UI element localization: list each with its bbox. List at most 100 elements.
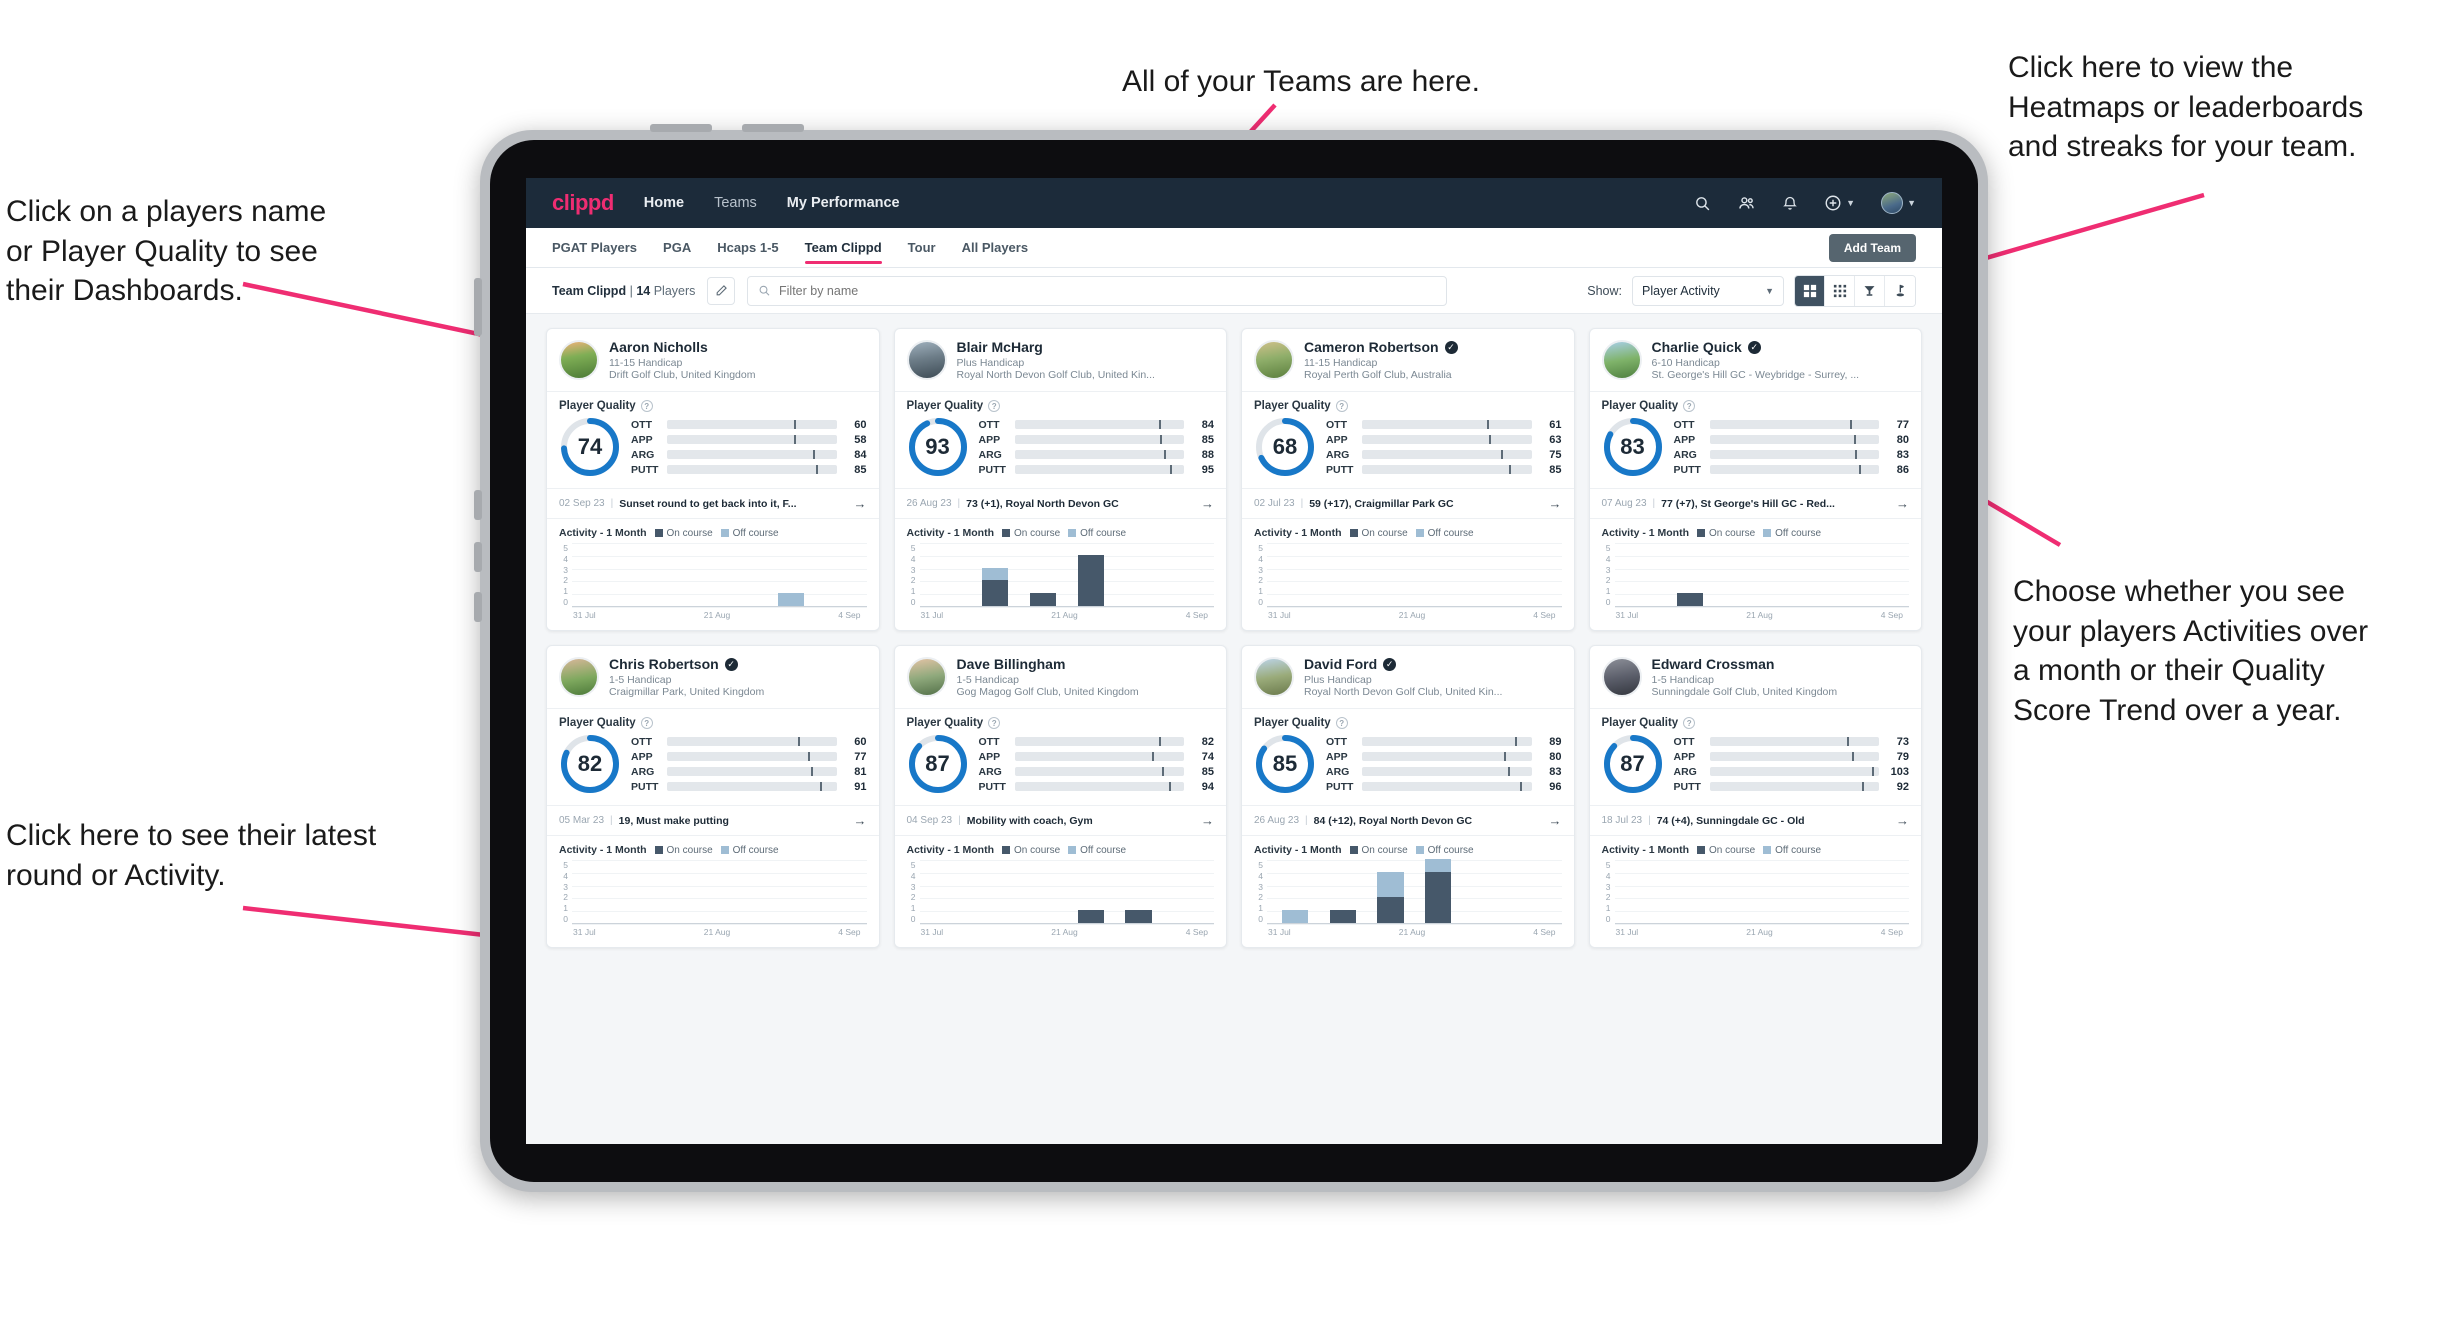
player-name-row[interactable]: Chris Robertson ✓: [609, 656, 764, 672]
bar-slot: [1367, 543, 1415, 606]
trophy-icon[interactable]: [1855, 275, 1885, 306]
volume-up-button[interactable]: [650, 124, 712, 132]
avatar[interactable]: ▼: [1881, 192, 1916, 214]
bell-icon[interactable]: [1782, 195, 1798, 212]
nav-link-my-performance[interactable]: My Performance: [787, 195, 900, 211]
activity-bar: [1677, 593, 1704, 606]
latest-round-row[interactable]: 26 Aug 23 | 84 (+12), Royal North Devon GC…: [1242, 805, 1574, 835]
arrow-right-icon[interactable]: →: [1549, 813, 1562, 828]
volume-down-button[interactable]: [742, 124, 804, 132]
player-quality-section[interactable]: Player Quality? 74 OTT 60 APP 58 ARG 84 PUTT 85: [547, 391, 879, 488]
player-name[interactable]: David Ford: [1304, 656, 1377, 672]
player-quality-section[interactable]: Player Quality? 83 OTT 77 APP 80 ARG 83 PUTT 86: [1589, 391, 1921, 488]
help-icon[interactable]: ?: [640, 400, 653, 412]
player-name-row[interactable]: David Ford ✓: [1304, 656, 1502, 672]
arrow-right-icon[interactable]: →: [1549, 496, 1562, 511]
plus-circle-icon[interactable]: ▼: [1824, 194, 1855, 212]
player-card[interactable]: Chris Robertson ✓ 1-5 Handicap Craigmillar …: [546, 645, 880, 948]
bar-slot: [1019, 543, 1067, 606]
player-name[interactable]: Aaron Nicholls: [609, 339, 708, 355]
help-icon[interactable]: ?: [1335, 717, 1348, 729]
help-icon[interactable]: ?: [640, 717, 653, 729]
player-name-row[interactable]: Edward Crossman: [1652, 656, 1838, 672]
player-card-header[interactable]: David Ford ✓ Plus Handicap Royal North Devo…: [1242, 646, 1574, 708]
tab-all-players[interactable]: All Players: [962, 228, 1029, 267]
help-icon[interactable]: ?: [1683, 717, 1696, 729]
player-name-row[interactable]: Blair McHarg: [957, 339, 1155, 355]
player-card-header[interactable]: Aaron Nicholls 11-15 Handicap Drift Golf C…: [547, 329, 879, 391]
tab-tour[interactable]: Tour: [908, 228, 936, 267]
power-button[interactable]: [474, 278, 482, 336]
latest-round-row[interactable]: 02 Sep 23 | Sunset round to get back into …: [547, 488, 879, 518]
player-name[interactable]: Edward Crossman: [1652, 656, 1775, 672]
dense-grid-icon[interactable]: [1825, 275, 1855, 306]
heatmap-pin-icon[interactable]: [1885, 275, 1915, 306]
metric-label: APP: [1326, 433, 1348, 446]
side-button-4[interactable]: [474, 592, 482, 622]
grid-view-icon[interactable]: [1795, 275, 1825, 306]
arrow-right-icon[interactable]: →: [854, 496, 867, 511]
player-quality-section[interactable]: Player Quality? 87 OTT 82 APP 74 ARG 85 PUTT 94: [894, 708, 1226, 805]
latest-round-row[interactable]: 04 Sep 23 | Mobility with coach, Gym →: [894, 805, 1226, 835]
tab-pga[interactable]: PGA: [663, 228, 691, 267]
player-card-header[interactable]: Cameron Robertson ✓ 11-15 Handicap Royal Pe…: [1242, 329, 1574, 391]
add-team-button[interactable]: Add Team: [1828, 233, 1916, 262]
people-icon[interactable]: [1737, 195, 1756, 212]
player-quality-section[interactable]: Player Quality? 82 OTT 60 APP 77 ARG 81 PUTT 91: [547, 708, 879, 805]
arrow-right-icon[interactable]: →: [1201, 813, 1214, 828]
tab-team-clippd[interactable]: Team Clippd: [804, 228, 882, 267]
arrow-right-icon[interactable]: →: [1896, 813, 1909, 828]
side-button-3[interactable]: [474, 542, 482, 572]
player-card[interactable]: Edward Crossman 1-5 Handicap Sunningdale G…: [1588, 645, 1922, 948]
search-icon[interactable]: [1694, 195, 1711, 212]
clippd-logo[interactable]: clippd: [552, 190, 614, 216]
player-name[interactable]: Dave Billingham: [957, 656, 1066, 672]
player-card[interactable]: Cameron Robertson ✓ 11-15 Handicap Royal Pe…: [1241, 328, 1575, 631]
activity-header: Activity - 1 Month On course Off course: [559, 527, 867, 539]
player-card-header[interactable]: Edward Crossman 1-5 Handicap Sunningdale G…: [1590, 646, 1922, 708]
player-quality-section[interactable]: Player Quality? 87 OTT 73 APP 79 ARG 103 PUTT 92: [1589, 708, 1921, 805]
player-name[interactable]: Charlie Quick: [1652, 339, 1742, 355]
latest-round-row[interactable]: 02 Jul 23 | 59 (+17), Craigmillar Park GC →: [1242, 488, 1574, 518]
arrow-right-icon[interactable]: →: [1896, 496, 1909, 511]
player-name-row[interactable]: Dave Billingham: [957, 656, 1139, 672]
tab-hcaps-1-5[interactable]: Hcaps 1-5: [717, 228, 778, 267]
help-icon[interactable]: ?: [1335, 400, 1348, 412]
latest-round-row[interactable]: 05 Mar 23 | 19, Must make putting →: [547, 805, 879, 835]
tab-pgat-players[interactable]: PGAT Players: [552, 228, 637, 267]
search-field[interactable]: [747, 275, 1448, 306]
player-name[interactable]: Cameron Robertson: [1304, 339, 1439, 355]
player-card-header[interactable]: Charlie Quick ✓ 6-10 Handicap St. George's …: [1590, 329, 1922, 391]
player-card-header[interactable]: Chris Robertson ✓ 1-5 Handicap Craigmillar …: [547, 646, 879, 708]
arrow-right-icon[interactable]: →: [854, 813, 867, 828]
player-quality-section[interactable]: Player Quality? 68 OTT 61 APP 63 ARG 75 PUTT 85: [1242, 391, 1574, 488]
side-button-2[interactable]: [474, 490, 482, 520]
show-select[interactable]: Player Activity ▼: [1632, 275, 1784, 306]
player-name-row[interactable]: Aaron Nicholls: [609, 339, 755, 355]
player-card[interactable]: David Ford ✓ Plus Handicap Royal North Devo…: [1241, 645, 1575, 948]
player-card[interactable]: Aaron Nicholls 11-15 Handicap Drift Golf C…: [546, 328, 880, 631]
player-name-row[interactable]: Cameron Robertson ✓: [1304, 339, 1458, 355]
latest-round-row[interactable]: 18 Jul 23 | 74 (+4), Sunningdale GC - Old →: [1589, 805, 1921, 835]
player-name-row[interactable]: Charlie Quick ✓: [1652, 339, 1860, 355]
player-quality-section[interactable]: Player Quality? 93 OTT 84 APP 85 ARG 88 PUTT 95: [894, 391, 1226, 488]
help-icon[interactable]: ?: [988, 400, 1001, 412]
edit-team-button[interactable]: [707, 276, 736, 305]
latest-round-row[interactable]: 26 Aug 23 | 73 (+1), Royal North Devon GC →: [894, 488, 1226, 518]
player-name[interactable]: Blair McHarg: [957, 339, 1043, 355]
player-card[interactable]: Blair McHarg Plus Handicap Royal North Dev…: [893, 328, 1227, 631]
player-card[interactable]: Dave Billingham 1-5 Handicap Gog Magog Gol…: [893, 645, 1227, 948]
latest-round-row[interactable]: 07 Aug 23 | 77 (+7), St George's Hill GC -…: [1589, 488, 1921, 518]
nav-link-teams[interactable]: Teams: [714, 195, 757, 211]
player-name[interactable]: Chris Robertson: [609, 656, 719, 672]
player-card-header[interactable]: Dave Billingham 1-5 Handicap Gog Magog Gol…: [895, 646, 1227, 708]
arrow-right-icon[interactable]: →: [1201, 496, 1214, 511]
player-card[interactable]: Charlie Quick ✓ 6-10 Handicap St. George's …: [1588, 328, 1922, 631]
nav-link-home[interactable]: Home: [644, 195, 684, 211]
help-icon[interactable]: ?: [988, 717, 1001, 729]
player-quality-section[interactable]: Player Quality? 85 OTT 89 APP 80 ARG 83 PUTT 96: [1242, 708, 1574, 805]
player-card-header[interactable]: Blair McHarg Plus Handicap Royal North Dev…: [895, 329, 1227, 391]
help-icon[interactable]: ?: [1683, 400, 1696, 412]
search-input[interactable]: [779, 283, 1437, 298]
metric-row: ARG 83: [1674, 449, 1910, 461]
